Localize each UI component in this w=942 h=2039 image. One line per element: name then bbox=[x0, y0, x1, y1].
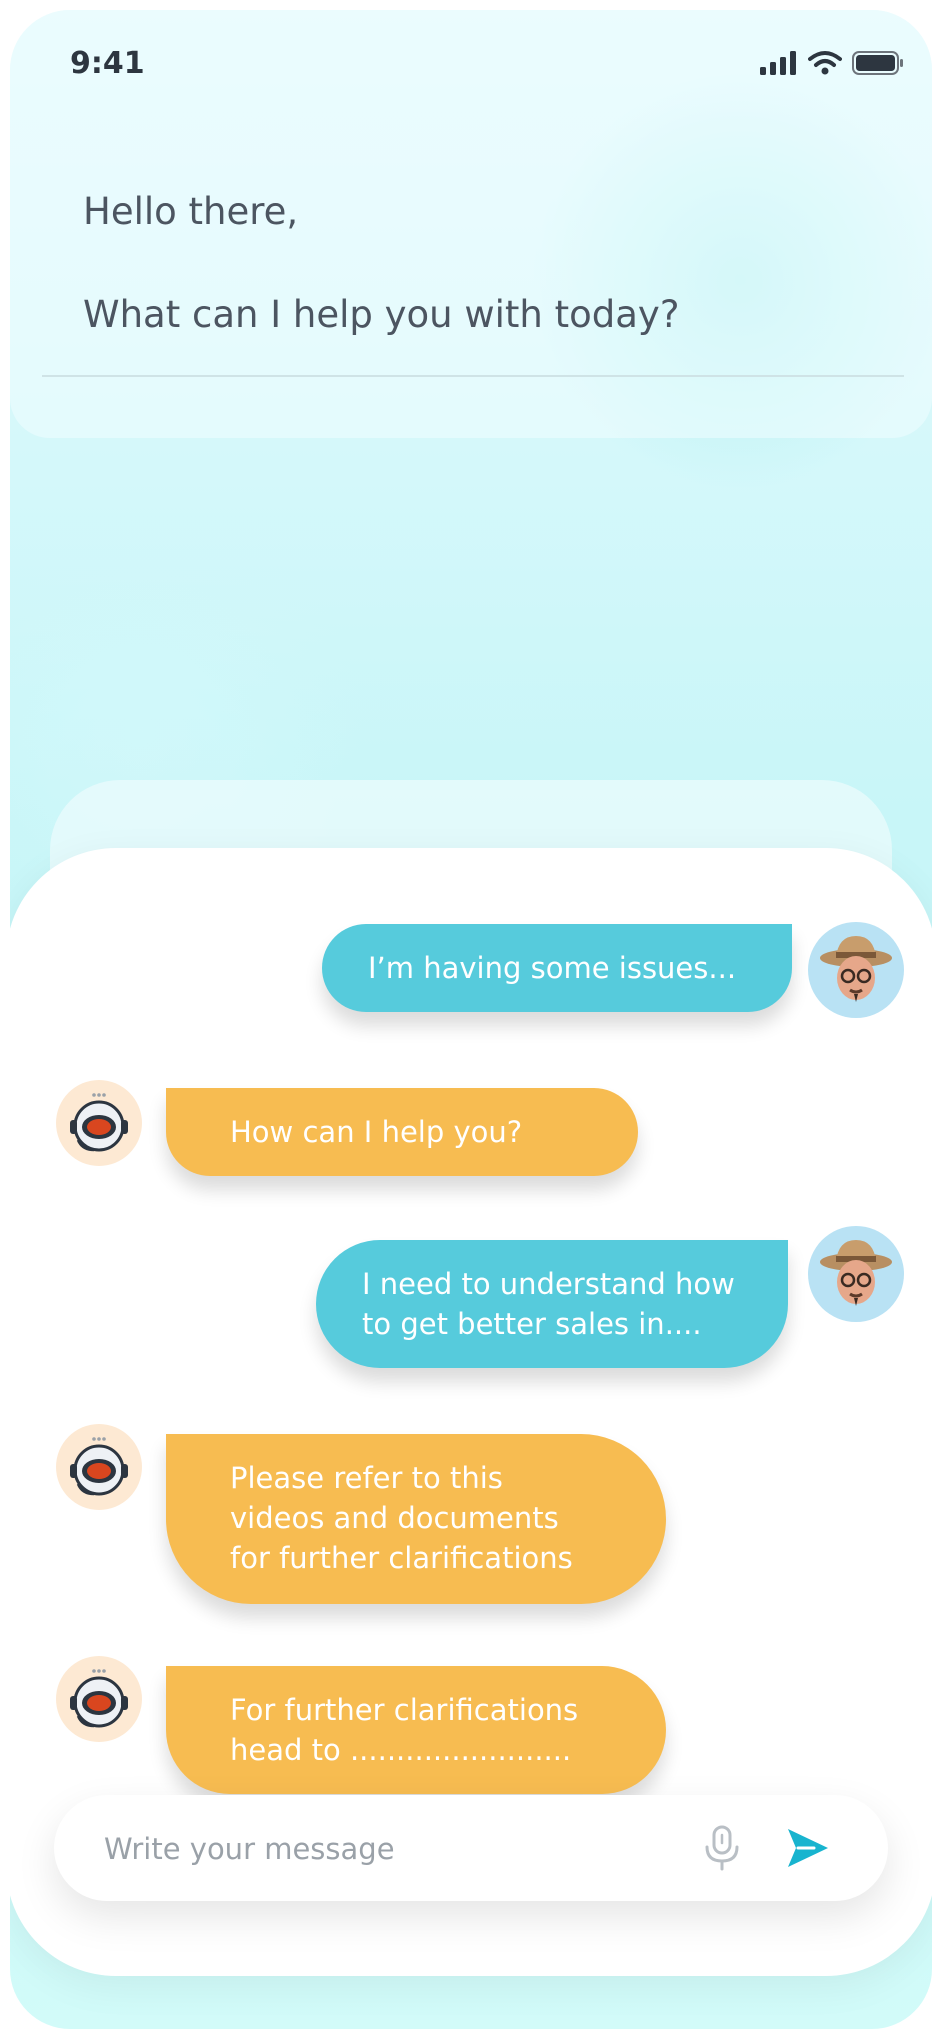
user-avatar-icon bbox=[820, 1240, 892, 1306]
message-line: videos and documents bbox=[230, 1501, 559, 1535]
message-line: For further clarifications bbox=[230, 1693, 579, 1727]
user-avatar[interactable] bbox=[808, 922, 904, 1018]
bot-message-bubble: How can I help you? bbox=[166, 1088, 638, 1176]
status-time: 9:41 bbox=[70, 46, 145, 81]
wifi-icon bbox=[808, 51, 842, 75]
support-bot-icon bbox=[70, 1093, 128, 1152]
header-divider bbox=[42, 375, 904, 377]
phone-screen: 9:41 Hello there, What can I help you wi… bbox=[10, 10, 932, 2029]
message-line: I’m having some issues... bbox=[368, 951, 737, 985]
message-line: I need to understand how bbox=[362, 1267, 735, 1301]
bot-message-bubble: For further clarifications head to .....… bbox=[166, 1666, 666, 1794]
user-message-bubble: I need to understand how to get better s… bbox=[316, 1240, 788, 1368]
message-line: head to ........................ bbox=[230, 1733, 572, 1767]
greeting-text: Hello there, bbox=[83, 190, 299, 233]
bot-avatar[interactable] bbox=[56, 1656, 142, 1742]
header-card: 9:41 Hello there, What can I help you wi… bbox=[10, 10, 932, 438]
user-avatar[interactable] bbox=[808, 1226, 904, 1322]
message-line: How can I help you? bbox=[230, 1115, 523, 1149]
message-line: for further clarifications bbox=[230, 1541, 573, 1575]
status-icons bbox=[760, 50, 904, 76]
support-bot-icon bbox=[70, 1669, 128, 1728]
help-question: What can I help you with today? bbox=[83, 293, 680, 336]
signal-icon bbox=[760, 51, 796, 75]
microphone-icon[interactable] bbox=[702, 1825, 742, 1871]
message-line: Please refer to this bbox=[230, 1461, 503, 1495]
support-bot-icon bbox=[70, 1437, 128, 1496]
user-message-bubble: I’m having some issues... bbox=[322, 924, 792, 1012]
bot-avatar[interactable] bbox=[56, 1424, 142, 1510]
message-input[interactable] bbox=[102, 1823, 626, 1875]
user-avatar-icon bbox=[820, 936, 892, 1002]
bot-avatar[interactable] bbox=[56, 1080, 142, 1166]
battery-icon bbox=[852, 51, 903, 75]
message-line: to get better sales in.... bbox=[362, 1307, 702, 1341]
message-composer bbox=[54, 1795, 888, 1901]
send-icon[interactable] bbox=[784, 1825, 832, 1871]
bot-message-bubble: Please refer to this videos and document… bbox=[166, 1434, 666, 1604]
